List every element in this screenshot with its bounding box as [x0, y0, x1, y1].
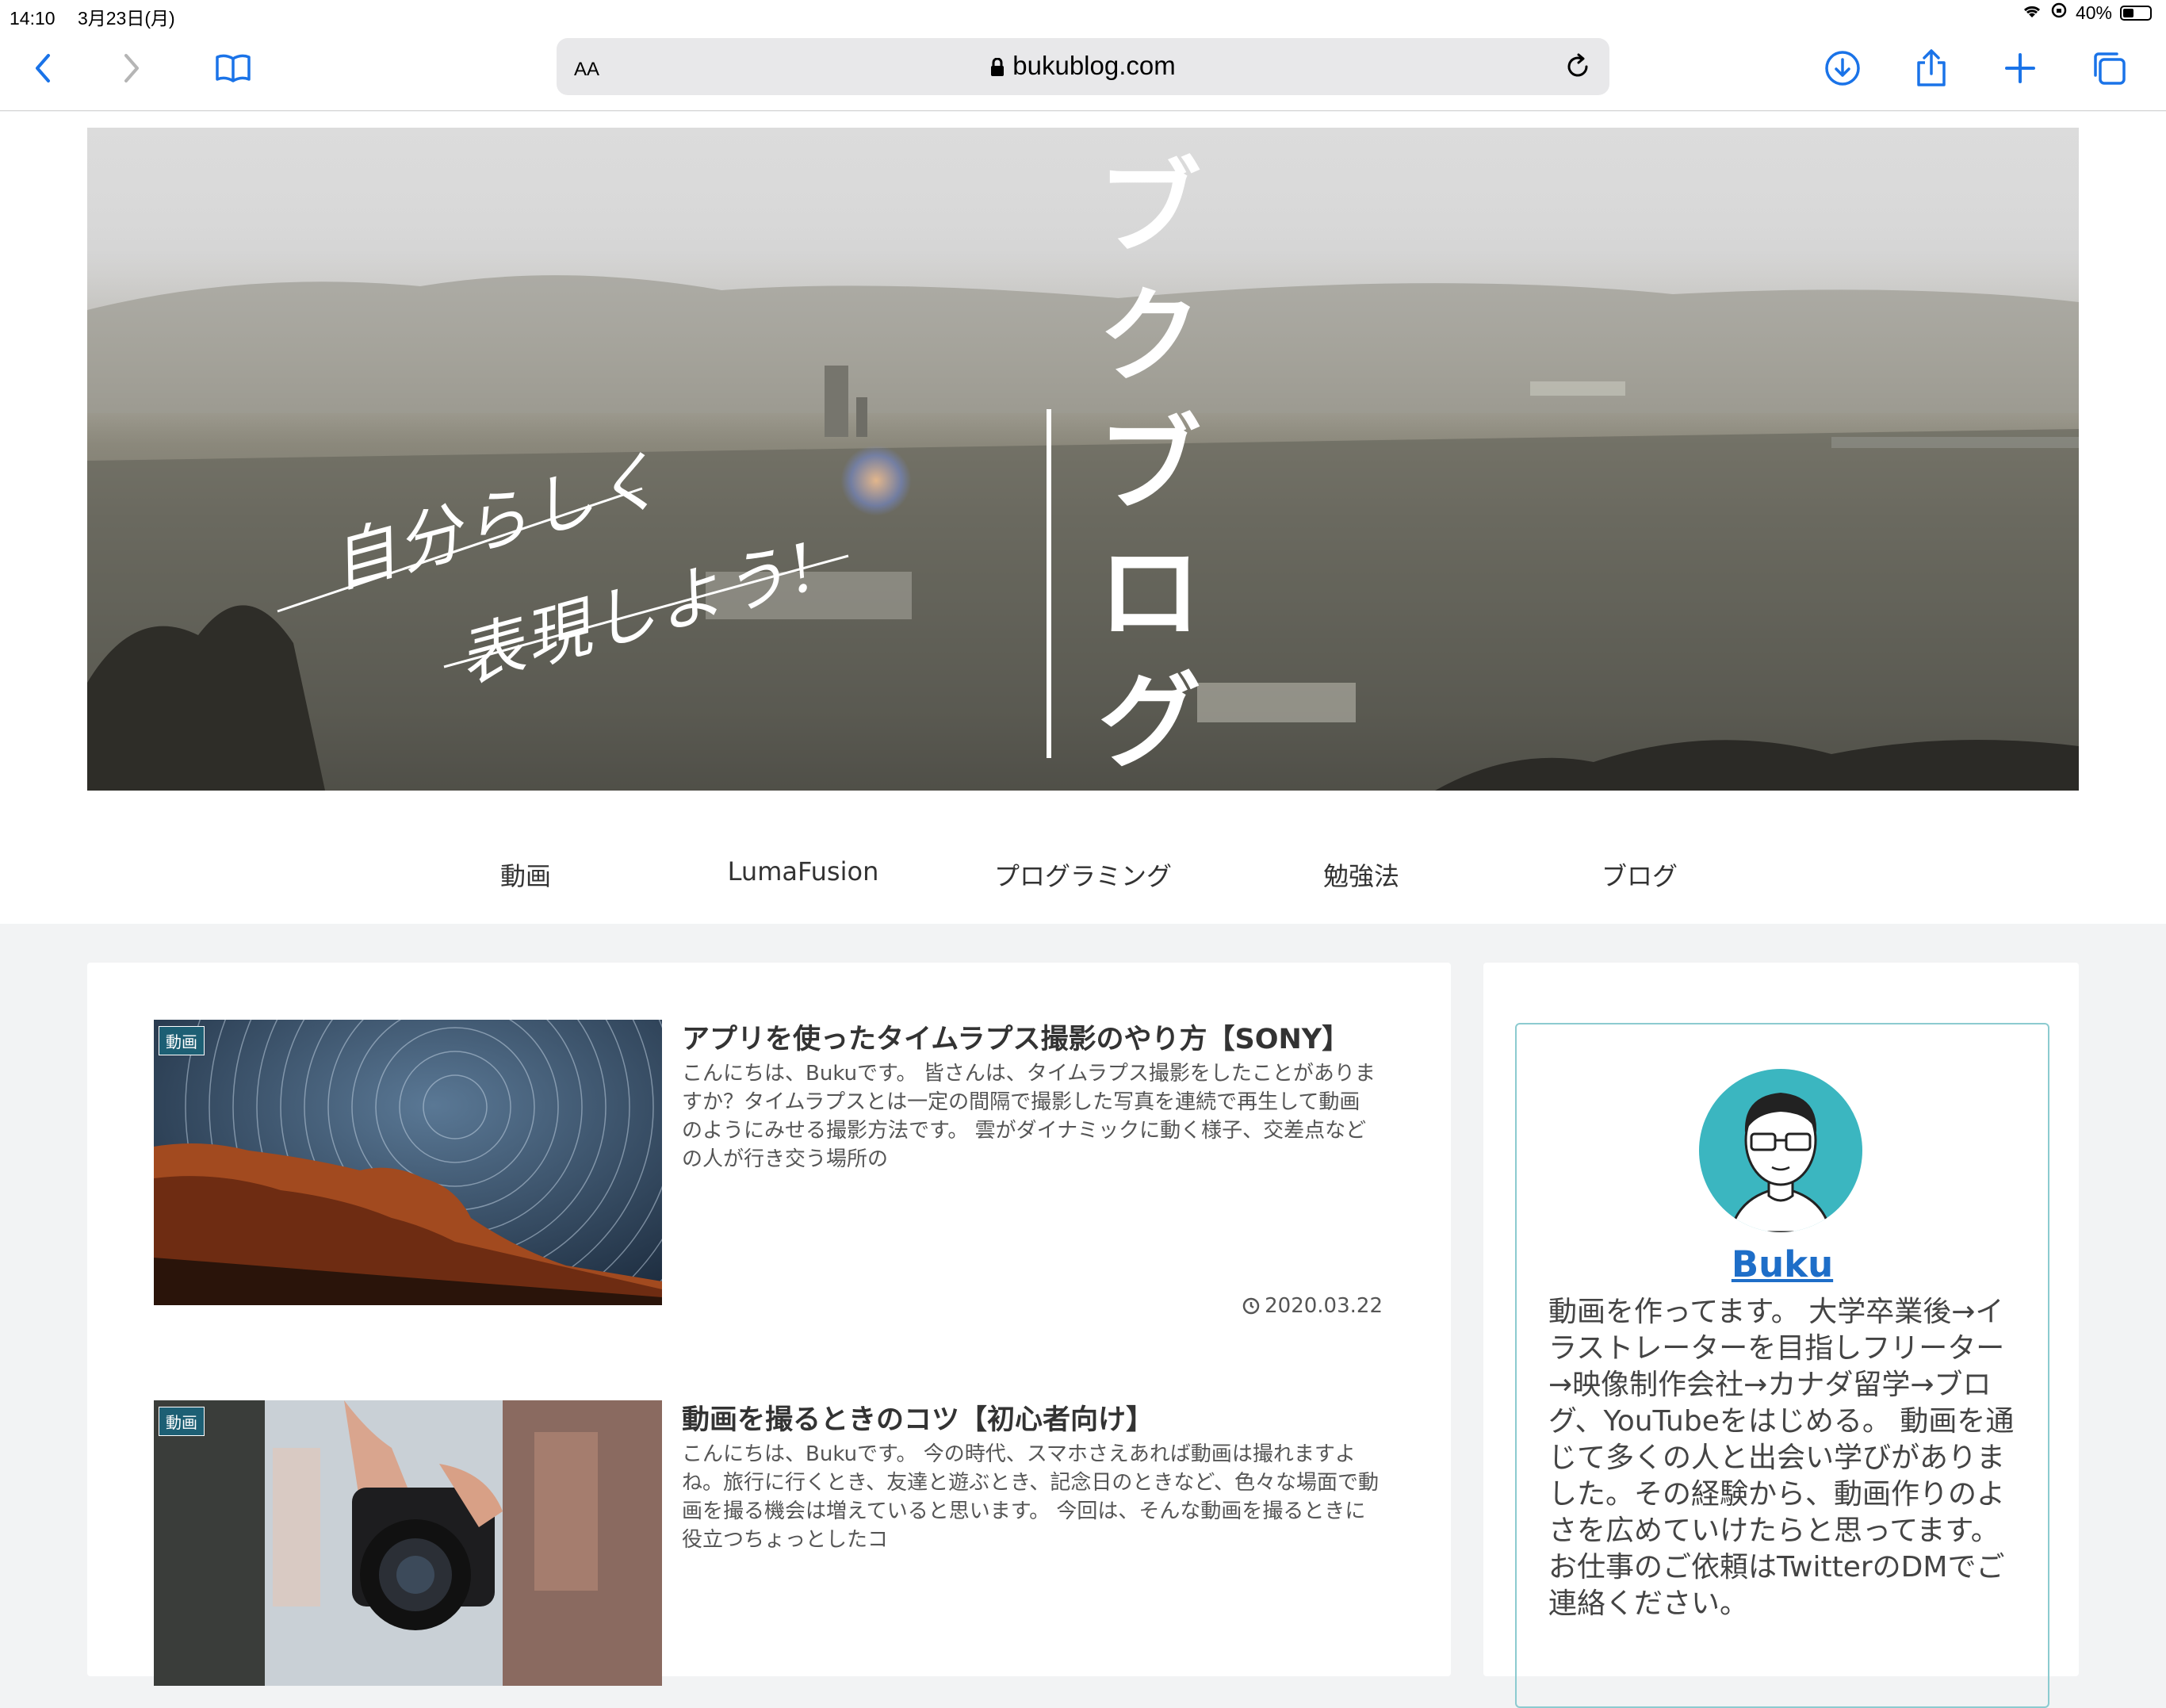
new-tab-icon[interactable] — [1995, 43, 2045, 94]
status-time: 14:10 — [10, 8, 55, 29]
hero-handwriting-lines — [277, 487, 849, 668]
category-badge[interactable]: 動画 — [159, 1026, 205, 1055]
download-icon[interactable] — [1817, 43, 1868, 94]
hero-vertical-divider — [1047, 409, 1051, 758]
nav-item-study[interactable]: 勉強法 — [1323, 856, 1399, 893]
post-list: 動画 アプリを使ったタイムラプス撮影のやり方【SONY】 こんにちは、Bukuで… — [87, 963, 1451, 1686]
url-display[interactable]: bukublog.com — [557, 51, 1609, 81]
site-title[interactable]: ブ ク ブ ロ グ — [1094, 144, 1205, 786]
site-title-char: ブ — [1097, 147, 1201, 268]
battery-percent: 40% — [2075, 2, 2112, 23]
category-badge[interactable]: 動画 — [159, 1407, 205, 1436]
post-title[interactable]: 動画を撮るときのコツ【初心者向け】 — [682, 1397, 1380, 1438]
address-bar[interactable]: AA bukublog.com — [557, 38, 1609, 95]
forward-icon[interactable] — [106, 43, 157, 94]
nav-item-video[interactable]: 動画 — [500, 856, 551, 893]
post-date: 2020.03.22 — [1242, 1294, 1383, 1318]
site-title-char: ク — [1097, 276, 1201, 396]
post-card[interactable]: 動画 アプリを使ったタイムラプス撮影のやり方【SONY】 こんにちは、Bukuで… — [154, 1020, 1383, 1321]
site-title-char: グ — [1097, 661, 1201, 782]
url-text: bukublog.com — [1012, 51, 1176, 80]
clock-icon — [1242, 1297, 1260, 1315]
lock-icon — [991, 57, 1005, 76]
back-icon[interactable] — [17, 43, 68, 94]
bookmarks-icon[interactable] — [208, 43, 258, 94]
browser-toolbar: AA bukublog.com — [0, 32, 2166, 111]
site-title-char: ブ — [1097, 404, 1201, 525]
hero-banner[interactable]: 自分らしく 表現しよう! ブ ク ブ ロ グ — [87, 128, 2079, 791]
camera-photo-image — [154, 1400, 662, 1686]
post-date-text: 2020.03.22 — [1265, 1294, 1383, 1318]
orientation-lock-icon — [2050, 2, 2068, 24]
status-right: 40% — [2022, 2, 2152, 24]
status-left: 14:10 3月23日(月) — [10, 3, 193, 30]
wifi-icon — [2022, 2, 2042, 24]
post-excerpt: こんにちは、Bukuです。 今の時代、スマホさえあれば動画は撮れますよね。旅行に… — [682, 1442, 1380, 1552]
nav-item-lumafusion[interactable]: LumaFusion — [728, 856, 879, 887]
status-bar: 14:10 3月23日(月) 40% — [0, 0, 2166, 32]
nav-item-programming[interactable]: プログラミング — [994, 856, 1172, 893]
post-card[interactable]: 動画 動画を撮るときのコツ【初心者向け】 こんにちは、Bukuです。 今の時代、… — [154, 1400, 1383, 1686]
post-thumbnail[interactable]: 動画 — [154, 1020, 662, 1305]
profile-widget: Buku 動画を作ってます。 大学卒業後→イラストレーターを目指しフリーター→映… — [1515, 1023, 2049, 1708]
avatar[interactable] — [1699, 1069, 1862, 1232]
post-excerpt: こんにちは、Bukuです。 皆さんは、タイムラプス撮影をしたことがありますか？タ… — [682, 1062, 1376, 1171]
battery-icon — [2120, 5, 2152, 21]
site-title-char: ロ — [1097, 533, 1201, 653]
global-nav: 動画 LumaFusion プログラミング 勉強法 ブログ — [0, 856, 2166, 896]
tabs-icon[interactable] — [2084, 43, 2134, 94]
profile-name[interactable]: Buku — [1517, 1243, 2048, 1285]
status-date: 3月23日(月) — [77, 8, 175, 29]
sidebar: Buku 動画を作ってます。 大学卒業後→イラストレーターを目指しフリーター→映… — [1483, 963, 2079, 1708]
battery-level — [2123, 8, 2133, 17]
nav-item-blog[interactable]: ブログ — [1602, 856, 1678, 893]
reload-icon[interactable] — [1557, 46, 1598, 87]
profile-bio: 動画を作ってます。 大学卒業後→イラストレーターを目指しフリーター→映像制作会社… — [1548, 1296, 2015, 1620]
share-icon[interactable] — [1906, 43, 1957, 94]
post-title[interactable]: アプリを使ったタイムラプス撮影のやり方【SONY】 — [682, 1017, 1380, 1057]
star-trail-image — [154, 1020, 662, 1305]
post-thumbnail[interactable]: 動画 — [154, 1400, 662, 1686]
